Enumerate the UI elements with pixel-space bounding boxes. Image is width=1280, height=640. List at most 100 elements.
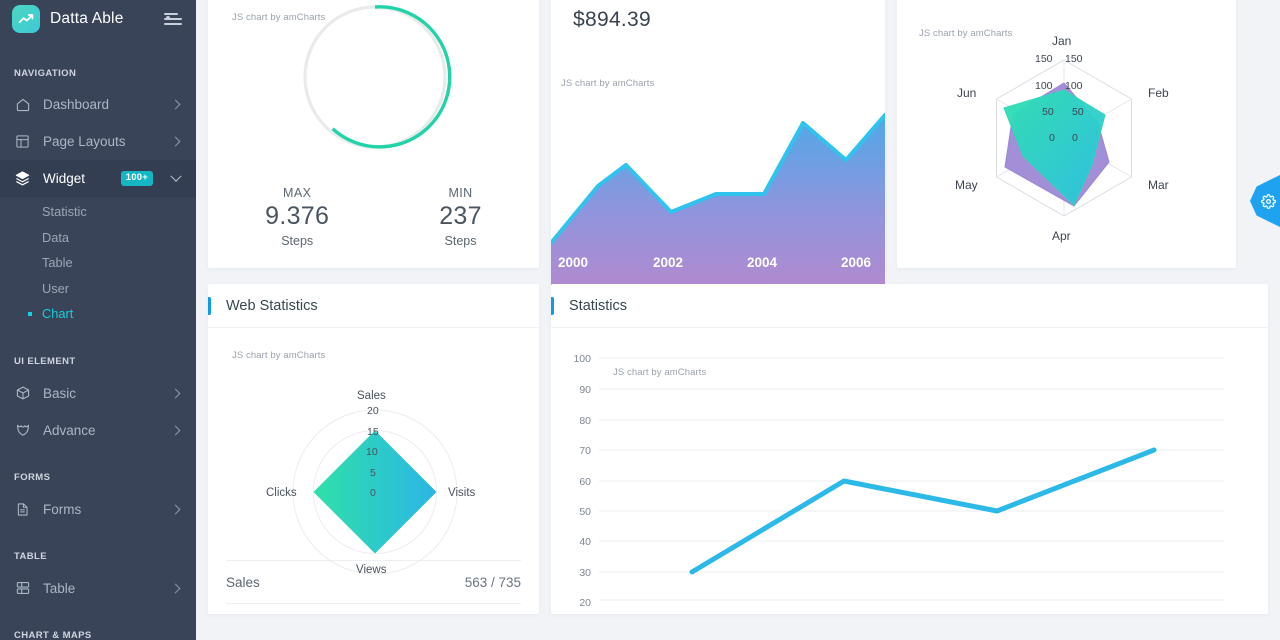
steps-stats: MAX 9.376 Steps MIN 237 Steps [208, 180, 539, 248]
steps-max-value: 9.376 [265, 202, 330, 230]
sidebar: Datta Able NAVIGATION Dashboard Page Lay… [0, 0, 196, 640]
sidebar-item-widget[interactable]: Widget 100+ [0, 160, 196, 197]
box-icon [14, 385, 31, 402]
amcharts-credit: JS chart by amCharts [613, 367, 707, 378]
radar-tick-100-left: 100 [1035, 80, 1053, 92]
radar-label-jun: Jun [957, 86, 976, 100]
sidebar-subitem-statistic[interactable]: Statistic [0, 199, 196, 225]
web-label-clicks: Clicks [266, 487, 297, 499]
stats-tick-50: 50 [579, 506, 591, 518]
web-statistics-header: Web Statistics [208, 284, 539, 328]
web-row-key: Sales [226, 574, 260, 590]
app-root: Datta Able NAVIGATION Dashboard Page Lay… [0, 0, 1280, 640]
amcharts-credit: JS chart by amCharts [232, 350, 326, 361]
steps-max-label: MAX [283, 186, 312, 200]
web-radar-svg: 20 15 10 5 0 Sales Visits Views Clicks [266, 390, 476, 576]
main-content: JS chart by amCharts MAX 9.376 Steps MIN [196, 0, 1280, 640]
menu-collapse-icon[interactable] [164, 12, 182, 26]
radar-tick-150-right: 150 [1065, 53, 1083, 65]
area-chart-svg: 2000 2002 2004 2006 [551, 113, 885, 286]
statistics-card: Statistics JS chart by amCharts 100 90 8… [551, 284, 1268, 614]
sidebar-subitem-table[interactable]: Table [0, 250, 196, 276]
sidebar-item-label: Advance [43, 422, 96, 438]
sidebar-item-dashboard[interactable]: Dashboard [0, 86, 196, 123]
sidebar-widget-badge: 100+ [120, 171, 153, 186]
statistics-header: Statistics [551, 284, 1268, 328]
stats-tick-70: 70 [579, 445, 591, 457]
chevron-right-icon [170, 504, 181, 514]
sidebar-item-label: Dashboard [43, 97, 110, 112]
sidebar-item-label: Table [43, 580, 76, 596]
web-label-visits: Visits [448, 487, 476, 499]
sidebar-item-label: Forms [43, 501, 82, 517]
radar-tick-0-left: 0 [1049, 132, 1055, 144]
area-tick-2002: 2002 [653, 255, 683, 270]
web-tick-0: 0 [370, 487, 376, 499]
radar-tick-50-left: 50 [1042, 106, 1054, 118]
steps-max: MAX 9.376 Steps [265, 186, 329, 248]
radar-tick-100-right: 100 [1065, 80, 1083, 92]
heart-icon [14, 422, 31, 439]
brand-name: Datta Able [50, 10, 124, 27]
area-tick-2004: 2004 [747, 255, 778, 270]
stats-tick-100: 100 [573, 353, 591, 365]
app-logo[interactable] [12, 5, 40, 33]
sidebar-item-label: Basic [43, 385, 77, 401]
card-title: Web Statistics [226, 297, 318, 314]
stats-tick-60: 60 [579, 476, 591, 488]
sidebar-subitem-chart[interactable]: Chart [0, 301, 196, 327]
stats-tick-90: 90 [579, 384, 591, 396]
sidebar-subitem-label: User [42, 280, 70, 296]
settings-tab[interactable] [1250, 175, 1280, 227]
sidebar-item-table[interactable]: Table [0, 570, 196, 607]
dashboard-row-2: Web Statistics JS chart by amCharts 20 1… [208, 284, 1268, 614]
sidebar-caption-navigation: NAVIGATION [14, 67, 77, 79]
chevron-right-icon [170, 583, 181, 593]
sidebar-subitem-data[interactable]: Data [0, 225, 196, 251]
steps-min-value: 237 [439, 202, 482, 230]
stats-tick-20: 20 [579, 597, 591, 609]
web-statistics-chart: JS chart by amCharts 20 15 10 5 0 Sales … [208, 328, 539, 576]
steps-max-unit: Steps [281, 233, 314, 248]
chevron-right-icon [170, 136, 181, 147]
sidebar-item-page-layouts[interactable]: Page Layouts [0, 123, 196, 160]
sidebar-subitem-label: Chart [42, 306, 74, 322]
widget-submenu: Statistic Data Table User Chart [0, 197, 196, 333]
title-accent-bar [551, 297, 554, 315]
steps-min-unit: Steps [444, 233, 477, 248]
sidebar-subitem-user[interactable]: User [0, 276, 196, 302]
card-title: Statistics [569, 297, 628, 314]
stats-tick-40: 40 [579, 536, 591, 548]
sidebar-item-basic[interactable]: Basic [0, 375, 196, 412]
amcharts-credit: JS chart by amCharts [561, 78, 655, 89]
trending-up-icon [18, 14, 34, 24]
web-tick-5: 5 [370, 467, 376, 479]
radar-label-feb: Feb [1148, 86, 1169, 100]
radar-label-jan: Jan [1052, 34, 1071, 48]
sidebar-item-forms[interactable]: Forms [0, 491, 196, 528]
revenue-area-card: $894.39 JS chart by amCharts 2000 2002 2… [551, 0, 885, 286]
chevron-right-icon [170, 99, 181, 110]
area-tick-2000: 2000 [558, 255, 588, 270]
donut-chart [208, 0, 539, 180]
monthly-radar-svg: 150 150 100 100 50 50 0 0 Jan Feb Mar Ap… [955, 34, 1169, 243]
gear-icon [1261, 193, 1276, 209]
layout-icon [14, 133, 31, 150]
statistics-chart: JS chart by amCharts 100 90 80 70 60 50 … [551, 328, 1268, 612]
dashboard-row-1: JS chart by amCharts MAX 9.376 Steps MIN [208, 0, 1268, 286]
chevron-right-icon [170, 388, 181, 398]
web-statistics-card: Web Statistics JS chart by amCharts 20 1… [208, 284, 539, 614]
sidebar-item-advance[interactable]: Advance [0, 412, 196, 449]
radar-label-mar: Mar [1148, 178, 1169, 192]
title-accent-bar [208, 297, 211, 315]
sidebar-subitem-label: Table [42, 255, 73, 271]
sidebar-header: Datta Able [0, 0, 196, 38]
sidebar-subitem-label: Statistic [42, 204, 87, 220]
radar-label-may: May [955, 178, 978, 192]
chevron-down-icon [170, 170, 182, 182]
sidebar-subitem-label: Data [42, 229, 70, 245]
steps-min: MIN 237 Steps [439, 186, 482, 248]
amcharts-credit: JS chart by amCharts [919, 28, 1013, 39]
chevron-right-icon [170, 425, 181, 435]
sidebar-caption-chart-maps: CHART & MAPS [14, 630, 92, 640]
